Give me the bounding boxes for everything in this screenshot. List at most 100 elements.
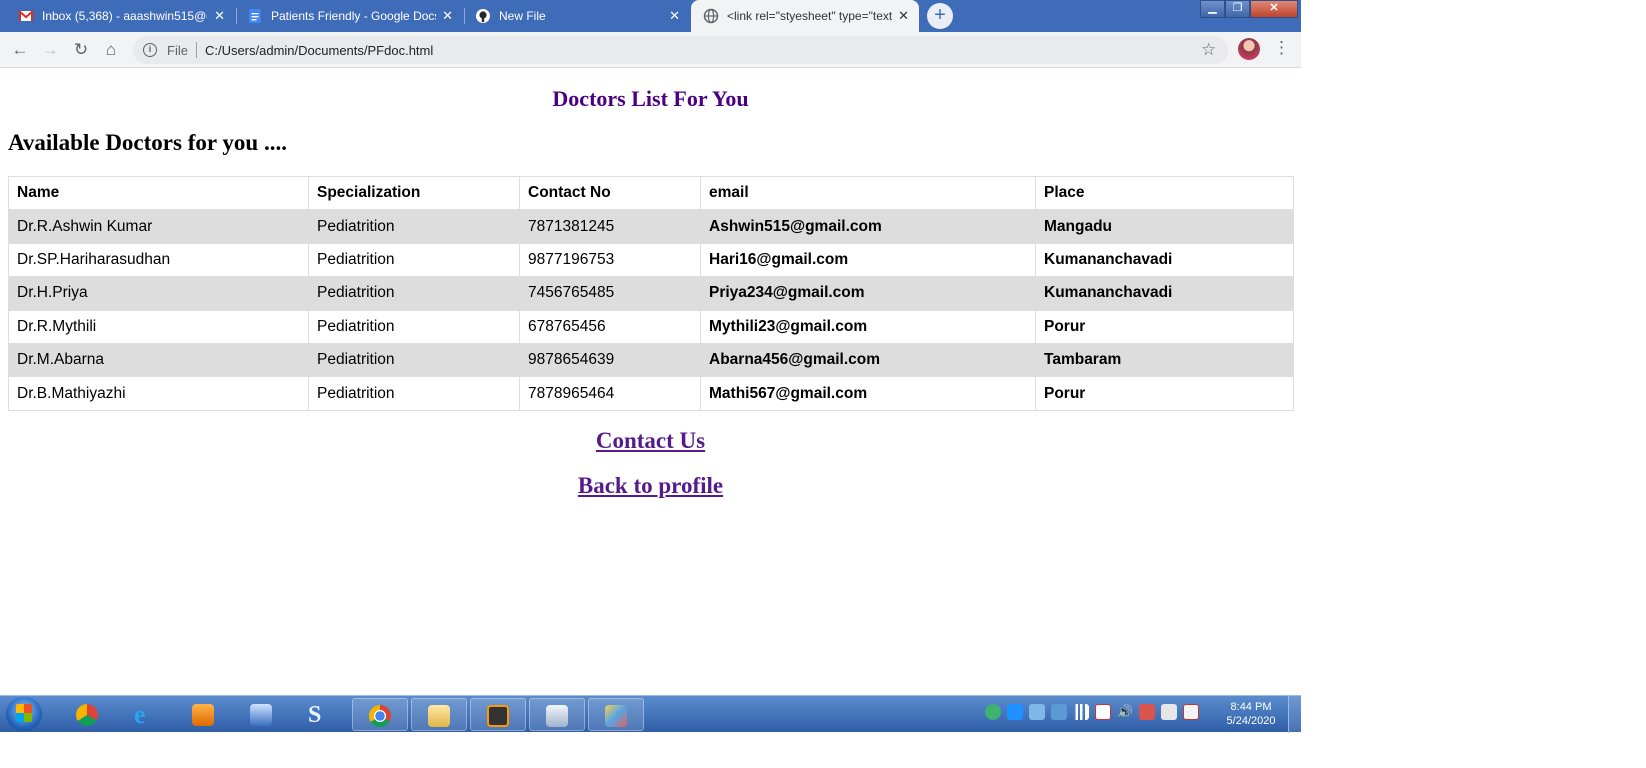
display-icon[interactable] xyxy=(1051,704,1067,720)
doctor-contact: 7878965464 xyxy=(519,376,701,411)
windows-logo-icon xyxy=(16,704,32,722)
doctor-place: Porur xyxy=(1035,309,1294,344)
maximize-button[interactable]: ❐ xyxy=(1225,0,1250,18)
profile-avatar[interactable] xyxy=(1238,38,1260,60)
column-header: Specialization xyxy=(308,175,520,211)
doctor-place: Mangadu xyxy=(1035,209,1294,244)
volume-icon[interactable]: 🔊 xyxy=(1117,704,1133,720)
page-subtitle: Available Doctors for you .... xyxy=(8,130,287,155)
page-content: Doctors List For You Available Doctors f… xyxy=(0,68,1301,695)
table-row: Dr.SP.Hariharasudhan Pediatrition 987719… xyxy=(8,242,1294,278)
contact-us-container: Contact Us xyxy=(0,428,1301,454)
sublime-icon: S xyxy=(308,702,322,728)
media-player-icon xyxy=(192,704,214,726)
gmail-icon xyxy=(18,10,34,21)
doctor-place: Porur xyxy=(1035,376,1294,411)
bookmark-star-icon[interactable]: ☆ xyxy=(1201,40,1216,60)
home-icon[interactable]: ⌂ xyxy=(101,40,121,60)
doctor-email: Priya234@gmail.com xyxy=(700,276,1036,311)
doctor-place: Kumananchavadi xyxy=(1035,276,1294,311)
doctor-name: Dr.H.Priya xyxy=(8,276,309,311)
sublime-text-running-app[interactable] xyxy=(470,698,526,731)
paint-running-app[interactable] xyxy=(588,698,644,731)
taskbar-clock[interactable]: 8:44 PM 5/24/2020 xyxy=(1220,700,1282,728)
app-tray-icon[interactable] xyxy=(1029,704,1045,720)
minimize-button[interactable]: ▁ xyxy=(1200,0,1225,18)
page-title: Doctors List For You xyxy=(552,86,749,111)
doctor-name: Dr.SP.Hariharasudhan xyxy=(8,242,309,278)
back-to-profile-container: Back to profile xyxy=(0,473,1301,499)
start-button[interactable] xyxy=(6,697,42,731)
remote-desktop-running-app[interactable] xyxy=(529,698,585,731)
url-text: C:/Users/admin/Documents/PFdoc.html xyxy=(204,42,434,58)
chrome-taskbar-icon[interactable] xyxy=(60,698,116,731)
action-center-icon[interactable] xyxy=(1183,704,1199,720)
doctor-place: Tambaram xyxy=(1035,342,1294,378)
doctor-specialization: Pediatrition xyxy=(308,276,520,311)
file-explorer-running-app[interactable] xyxy=(411,698,467,731)
table-row: Dr.H.Priya Pediatrition 7456765485 Priya… xyxy=(8,276,1294,311)
close-icon[interactable]: ✕ xyxy=(669,9,680,23)
doctor-specialization: Pediatrition xyxy=(308,209,520,244)
show-desktop-button[interactable] xyxy=(1288,696,1301,733)
doctor-specialization: Pediatrition xyxy=(308,309,520,344)
tab-title: <link rel="styesheet" type="text/ xyxy=(727,9,892,23)
clock-date: 5/24/2020 xyxy=(1226,715,1276,727)
address-bar[interactable]: i File C:/Users/admin/Documents/PFdoc.ht… xyxy=(133,36,1228,64)
doctor-email: Hari16@gmail.com xyxy=(700,242,1036,278)
doctor-contact: 9877196753 xyxy=(519,242,701,278)
close-icon[interactable]: ✕ xyxy=(214,9,225,23)
doctor-specialization: Pediatrition xyxy=(308,242,520,278)
doctor-email: Mythili23@gmail.com xyxy=(700,309,1036,344)
doctor-place: Kumananchavadi xyxy=(1035,242,1294,278)
doctor-name: Dr.R.Mythili xyxy=(8,309,309,344)
close-window-button[interactable]: ✕ xyxy=(1250,0,1298,18)
close-icon[interactable]: ✕ xyxy=(442,9,453,23)
doctor-specialization: Pediatrition xyxy=(308,376,520,411)
calendar-icon[interactable] xyxy=(1095,704,1111,720)
monitor-icon xyxy=(546,705,568,727)
doctor-contact: 7456765485 xyxy=(519,276,701,311)
power-icon[interactable] xyxy=(1161,704,1177,720)
alert-icon[interactable] xyxy=(1139,704,1155,720)
scheme-label: File xyxy=(167,42,188,58)
back-to-profile-link[interactable]: Back to profile xyxy=(578,473,723,498)
tab-active-page[interactable]: <link rel="styesheet" type="text/ ✕ xyxy=(691,0,919,32)
table-row: Dr.M.Abarna Pediatrition 9878654639 Abar… xyxy=(8,342,1294,378)
menu-icon[interactable]: ⋮ xyxy=(1273,38,1290,58)
paint-palette-icon xyxy=(605,705,627,727)
doctor-contact: 7871381245 xyxy=(519,209,701,244)
contact-us-link[interactable]: Contact Us xyxy=(596,428,705,453)
network-taskbar-icon[interactable] xyxy=(234,698,290,731)
doctor-name: Dr.B.Mathiyazhi xyxy=(8,376,309,411)
sync-icon[interactable] xyxy=(1007,704,1023,720)
tab-gmail[interactable]: Inbox (5,368) - aaashwin515@gm ✕ xyxy=(0,0,235,32)
doctor-specialization: Pediatrition xyxy=(308,342,520,378)
doctor-name: Dr.R.Ashwin Kumar xyxy=(8,209,309,244)
system-tray: 🔊 xyxy=(985,704,1199,720)
s-app-taskbar-icon[interactable]: S xyxy=(292,698,348,731)
new-tab-button[interactable]: + xyxy=(927,3,953,29)
internet-explorer-taskbar-icon[interactable]: e xyxy=(118,698,174,731)
tab-github[interactable]: New File ✕ xyxy=(465,0,690,32)
table-header-row: Name Specialization Contact No email Pla… xyxy=(8,175,1294,211)
media-player-taskbar-icon[interactable] xyxy=(176,698,232,731)
info-icon[interactable]: i xyxy=(143,43,157,57)
chrome-icon xyxy=(76,704,98,726)
sublime-text-icon xyxy=(487,705,509,727)
column-header: email xyxy=(700,175,1036,211)
window-controls: ▁ ❐ ✕ xyxy=(1200,0,1300,18)
tab-title: Inbox (5,368) - aaashwin515@gm xyxy=(42,9,207,23)
security-icon[interactable] xyxy=(985,704,1001,720)
back-icon[interactable]: ← xyxy=(10,40,30,60)
table-row: Dr.R.Mythili Pediatrition 678765456 Myth… xyxy=(8,309,1294,344)
google-chrome-running-app[interactable] xyxy=(352,698,408,731)
signal-icon[interactable] xyxy=(1073,704,1089,720)
browser-toolbar: ← → ↻ ⌂ i File C:/Users/admin/Documents/… xyxy=(0,32,1301,68)
close-icon[interactable]: ✕ xyxy=(898,9,909,23)
table-row: Dr.R.Ashwin Kumar Pediatrition 787138124… xyxy=(8,209,1294,244)
forward-icon[interactable]: → xyxy=(40,40,60,60)
tab-google-docs[interactable]: Patients Friendly - Google Docs ✕ xyxy=(237,0,463,32)
reload-icon[interactable]: ↻ xyxy=(71,40,91,60)
doctor-name: Dr.M.Abarna xyxy=(8,342,309,378)
